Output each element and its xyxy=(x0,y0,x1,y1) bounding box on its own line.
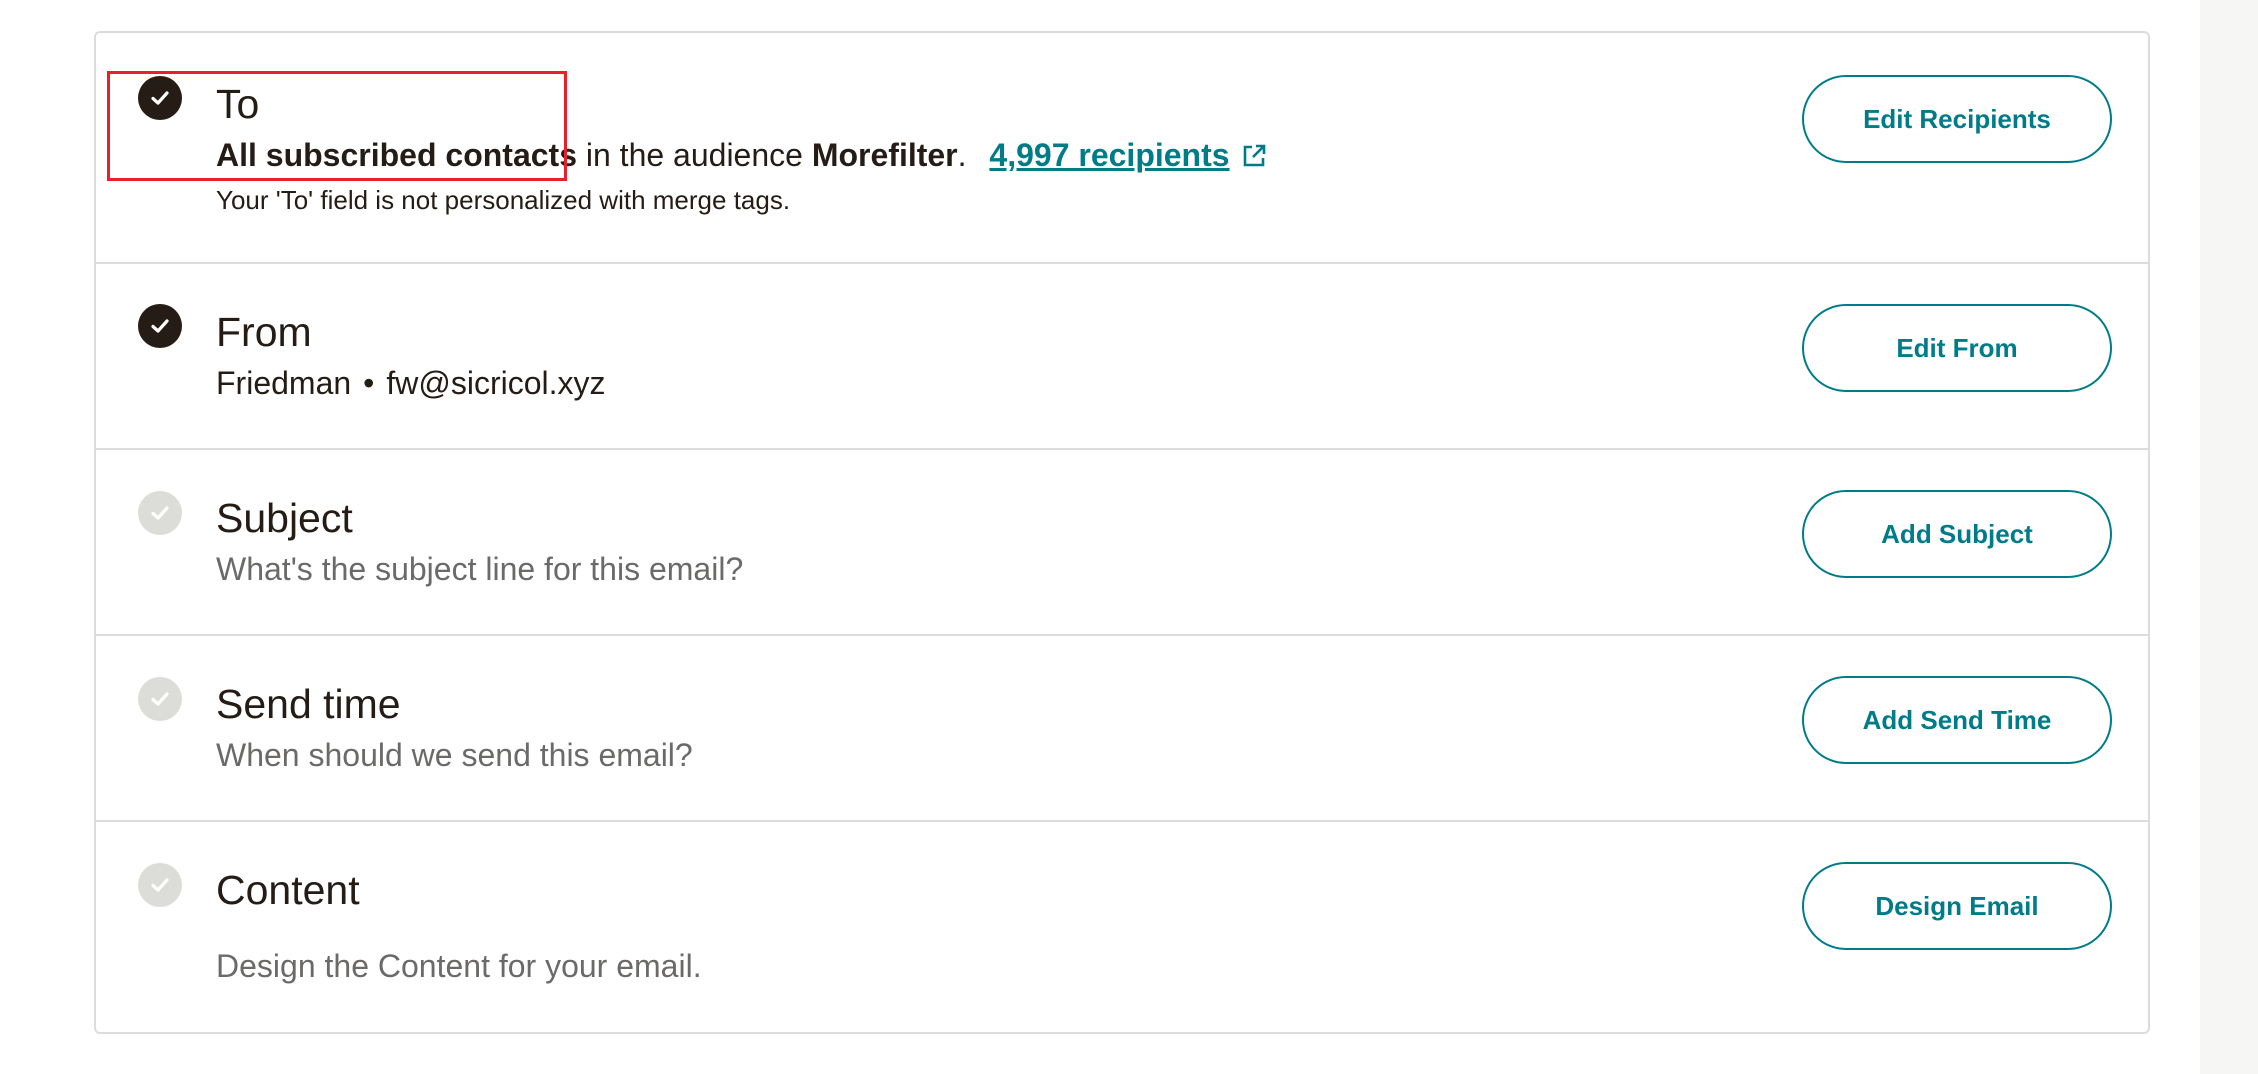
checklist-row-content: Content Design the Content for your emai… xyxy=(96,820,2148,1032)
checklist-row-subject: Subject What's the subject line for this… xyxy=(96,448,2148,634)
edit-from-button[interactable]: Edit From xyxy=(1802,304,2112,392)
checklist-row-to: To All subscribed contacts in the audien… xyxy=(96,33,2148,262)
checkmark-icon xyxy=(138,677,182,721)
audience-middle-text: in the audience xyxy=(576,137,812,173)
from-name: Friedman xyxy=(216,365,352,401)
checkmark-icon xyxy=(138,304,182,348)
campaign-checklist: To All subscribed contacts in the audien… xyxy=(94,31,2150,1034)
checklist-row-send-time: Send time When should we send this email… xyxy=(96,634,2148,820)
send-time-description: When should we send this email? xyxy=(216,737,693,773)
separator-dot: • xyxy=(363,365,375,401)
right-gutter xyxy=(2200,0,2258,1074)
subject-description: What's the subject line for this email? xyxy=(216,551,744,587)
external-link-icon[interactable] xyxy=(1240,139,1268,179)
to-audience-text: All subscribed contacts in the audience … xyxy=(216,135,1268,179)
row-title-to: To xyxy=(216,81,260,127)
checkmark-icon xyxy=(138,863,182,907)
design-email-button[interactable]: Design Email xyxy=(1802,862,2112,950)
edit-recipients-button[interactable]: Edit Recipients xyxy=(1802,75,2112,163)
add-subject-button[interactable]: Add Subject xyxy=(1802,490,2112,578)
content-description: Design the Content for your email. xyxy=(216,948,702,984)
checklist-row-from: From Friedman • fw@sicricol.xyz Edit From xyxy=(96,262,2148,448)
row-title-content: Content xyxy=(216,867,360,913)
audience-segment: All subscribed contacts xyxy=(216,137,577,173)
row-title-send-time: Send time xyxy=(216,681,401,727)
add-send-time-button[interactable]: Add Send Time xyxy=(1802,676,2112,764)
recipients-link[interactable]: 4,997 recipients xyxy=(989,137,1229,173)
checkmark-icon xyxy=(138,76,182,120)
audience-end: . xyxy=(957,137,967,173)
checkmark-icon xyxy=(138,491,182,535)
from-details: Friedman • fw@sicricol.xyz xyxy=(216,363,606,403)
row-title-subject: Subject xyxy=(216,495,353,541)
to-merge-tag-note: Your 'To' field is not personalized with… xyxy=(216,185,791,215)
from-email: fw@sicricol.xyz xyxy=(386,365,606,401)
row-title-from: From xyxy=(216,309,312,355)
audience-name: Morefilter xyxy=(811,137,958,173)
